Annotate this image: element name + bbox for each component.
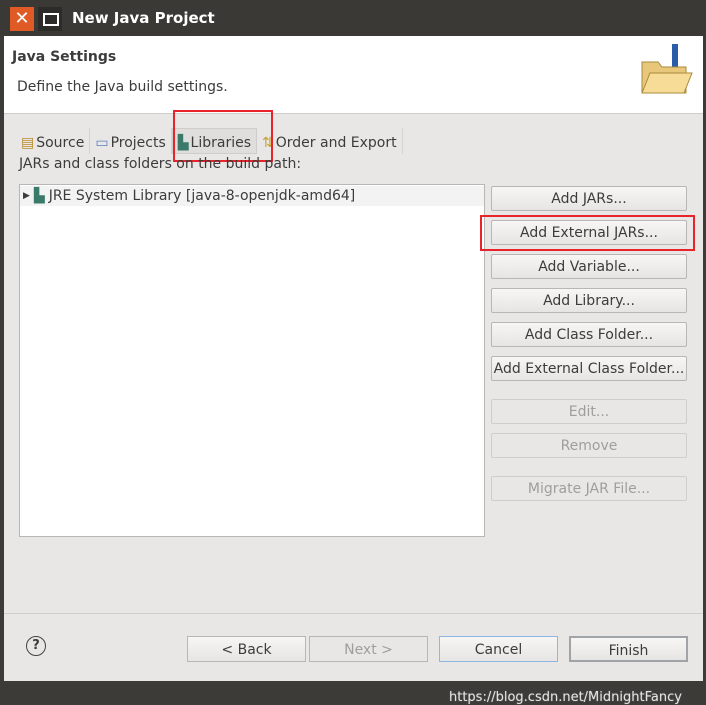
next-button[interactable]: Next > — [309, 636, 428, 662]
tab-projects[interactable]: ▭ Projects — [90, 128, 172, 154]
maximize-icon — [43, 13, 59, 26]
add-external-class-folder-button[interactable]: Add External Class Folder... — [491, 356, 687, 381]
edit-button[interactable]: Edit... — [491, 399, 687, 424]
folder-wizard-icon — [641, 44, 693, 94]
back-button[interactable]: < Back — [187, 636, 306, 662]
help-icon[interactable]: ? — [26, 636, 46, 656]
projects-folder-icon: ▭ — [95, 135, 109, 151]
page-title: Java Settings — [12, 49, 117, 65]
remove-button[interactable]: Remove — [491, 433, 687, 458]
source-folder-icon: ▤ — [21, 135, 35, 151]
add-class-folder-button[interactable]: Add Class Folder... — [491, 322, 687, 347]
page-description: Define the Java build settings. — [17, 79, 228, 95]
watermark: https://blog.csdn.net/MidnightFancy — [449, 690, 682, 705]
add-library-button[interactable]: Add Library... — [491, 288, 687, 313]
build-path-tree[interactable]: ▶ ▙ JRE System Library [java-8-openjdk-a… — [19, 184, 485, 537]
window-title: New Java Project — [72, 9, 215, 27]
add-jars-button[interactable]: Add JARs... — [491, 186, 687, 211]
tab-order-export[interactable]: ⇅ Order and Export — [257, 128, 403, 154]
title-bar: ✕ New Java Project — [0, 0, 706, 36]
maximize-button[interactable] — [38, 7, 62, 31]
cancel-button[interactable]: Cancel — [439, 636, 558, 662]
library-icon: ▙ — [33, 188, 45, 204]
header: Java Settings Define the Java build sett… — [4, 36, 703, 114]
migrate-jar-button[interactable]: Migrate JAR File... — [491, 476, 687, 501]
highlight-add-external-jars — [480, 215, 695, 251]
dialog: Java Settings Define the Java build sett… — [4, 36, 703, 705]
finish-button[interactable]: Finish — [569, 636, 688, 662]
footer-divider — [4, 613, 703, 614]
add-variable-button[interactable]: Add Variable... — [491, 254, 687, 279]
expand-arrow-icon[interactable]: ▶ — [23, 191, 30, 201]
highlight-libraries — [173, 110, 273, 162]
tab-source[interactable]: ▤ Source — [16, 128, 91, 154]
build-path-label: JARs and class folders on the build path… — [19, 156, 302, 172]
tree-item[interactable]: ▶ ▙ JRE System Library [java-8-openjdk-a… — [20, 186, 484, 206]
close-button[interactable]: ✕ — [10, 7, 34, 31]
